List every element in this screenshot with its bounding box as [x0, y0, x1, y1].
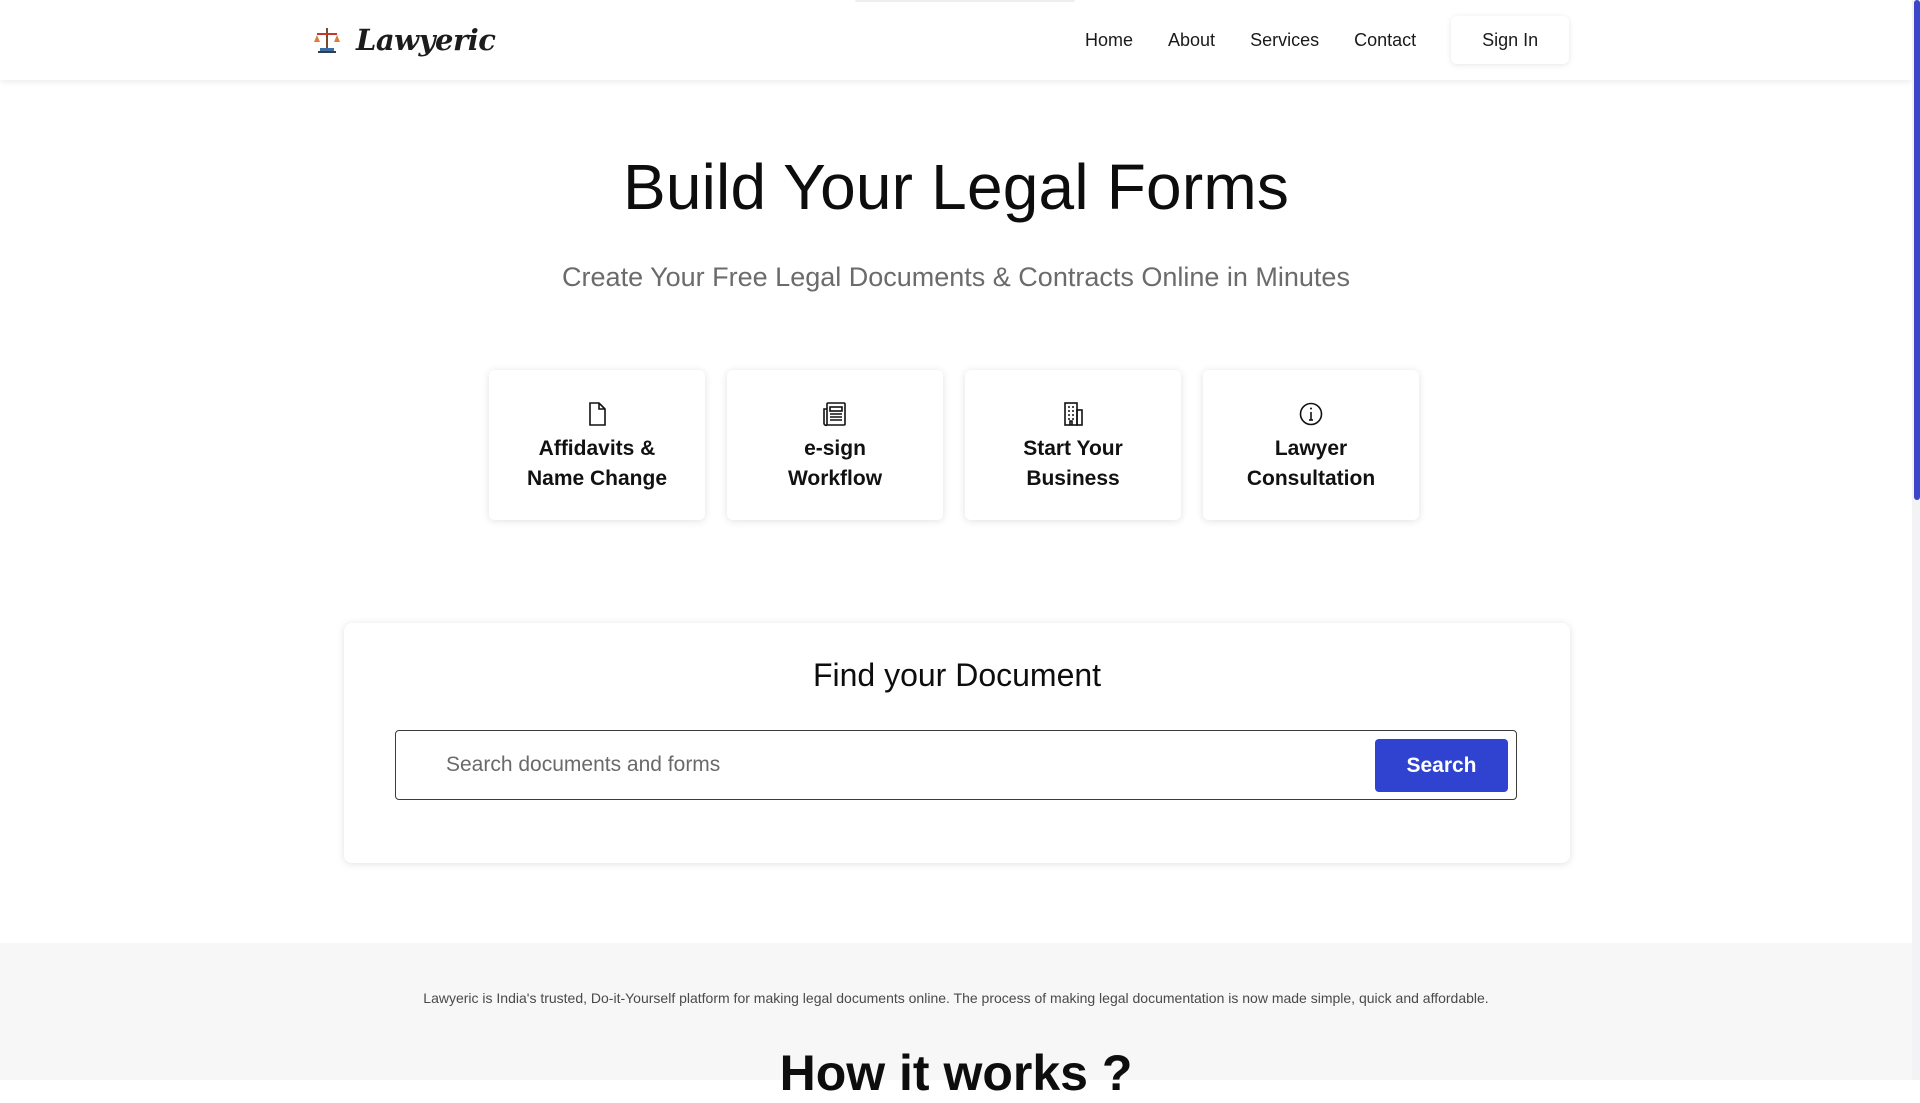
search-button[interactable]: Search [1375, 739, 1508, 792]
info-circle-icon [1299, 402, 1323, 426]
sign-in-button[interactable]: Sign In [1451, 16, 1570, 64]
main-nav: Home About Services Contact Sign In [1085, 15, 1570, 65]
find-document-title: Find your Document [812, 657, 1102, 693]
nav-services[interactable]: Services [1250, 30, 1319, 51]
scrollbar-thumb[interactable] [1914, 0, 1920, 500]
card-label: Affidavits & Name Change [507, 434, 687, 494]
nav-about[interactable]: About [1168, 30, 1215, 51]
building-icon [1064, 402, 1083, 426]
card-label-line: Affidavits & [538, 437, 656, 460]
nav-contact[interactable]: Contact [1354, 30, 1416, 51]
card-label-line: e-sign [804, 437, 866, 460]
page-title: Build Your Legal Forms [622, 151, 1290, 223]
card-label-line: Business [1026, 467, 1120, 490]
card-affidavits[interactable]: Affidavits & Name Change [489, 370, 705, 520]
find-document-panel: Find your Document Search [344, 623, 1570, 863]
search-bar: Search [395, 730, 1517, 800]
newspaper-icon [823, 402, 846, 427]
brand[interactable]: Lawyeric [312, 18, 496, 62]
how-it-works-heading: How it works ? [779, 1045, 1133, 1101]
header-top-accent [855, 0, 1075, 2]
brand-name: Lawyeric [356, 23, 496, 57]
site-header: Lawyeric Home About Services Contact Sig… [0, 0, 1912, 80]
document-icon [589, 402, 606, 426]
nav-home[interactable]: Home [1085, 30, 1133, 51]
card-label-line: Lawyer [1274, 437, 1348, 460]
search-input[interactable] [396, 731, 1346, 799]
card-lawyer-consultation[interactable]: Lawyer Consultation [1203, 370, 1419, 520]
scales-logo-icon [314, 28, 340, 53]
card-label-line: Start Your [1023, 437, 1123, 460]
platform-tagline: Lawyeric is India's trusted, Do-it-Yours… [423, 990, 1489, 1006]
card-label-line: Consultation [1246, 467, 1376, 490]
card-esign[interactable]: e-sign Workflow [727, 370, 943, 520]
service-cards: Affidavits & Name Change e-sign Workflow… [489, 370, 1419, 520]
info-section: Lawyeric is India's trusted, Do-it-Yours… [0, 943, 1912, 1101]
card-label: e-sign Workflow [745, 434, 925, 494]
card-start-business[interactable]: Start Your Business [965, 370, 1181, 520]
card-label: Lawyer Consultation [1221, 434, 1401, 494]
card-label-line: Name Change [526, 467, 668, 490]
card-label-line: Workflow [787, 467, 883, 490]
page-subtitle: Create Your Free Legal Documents & Contr… [562, 262, 1350, 292]
card-label: Start Your Business [983, 434, 1163, 494]
